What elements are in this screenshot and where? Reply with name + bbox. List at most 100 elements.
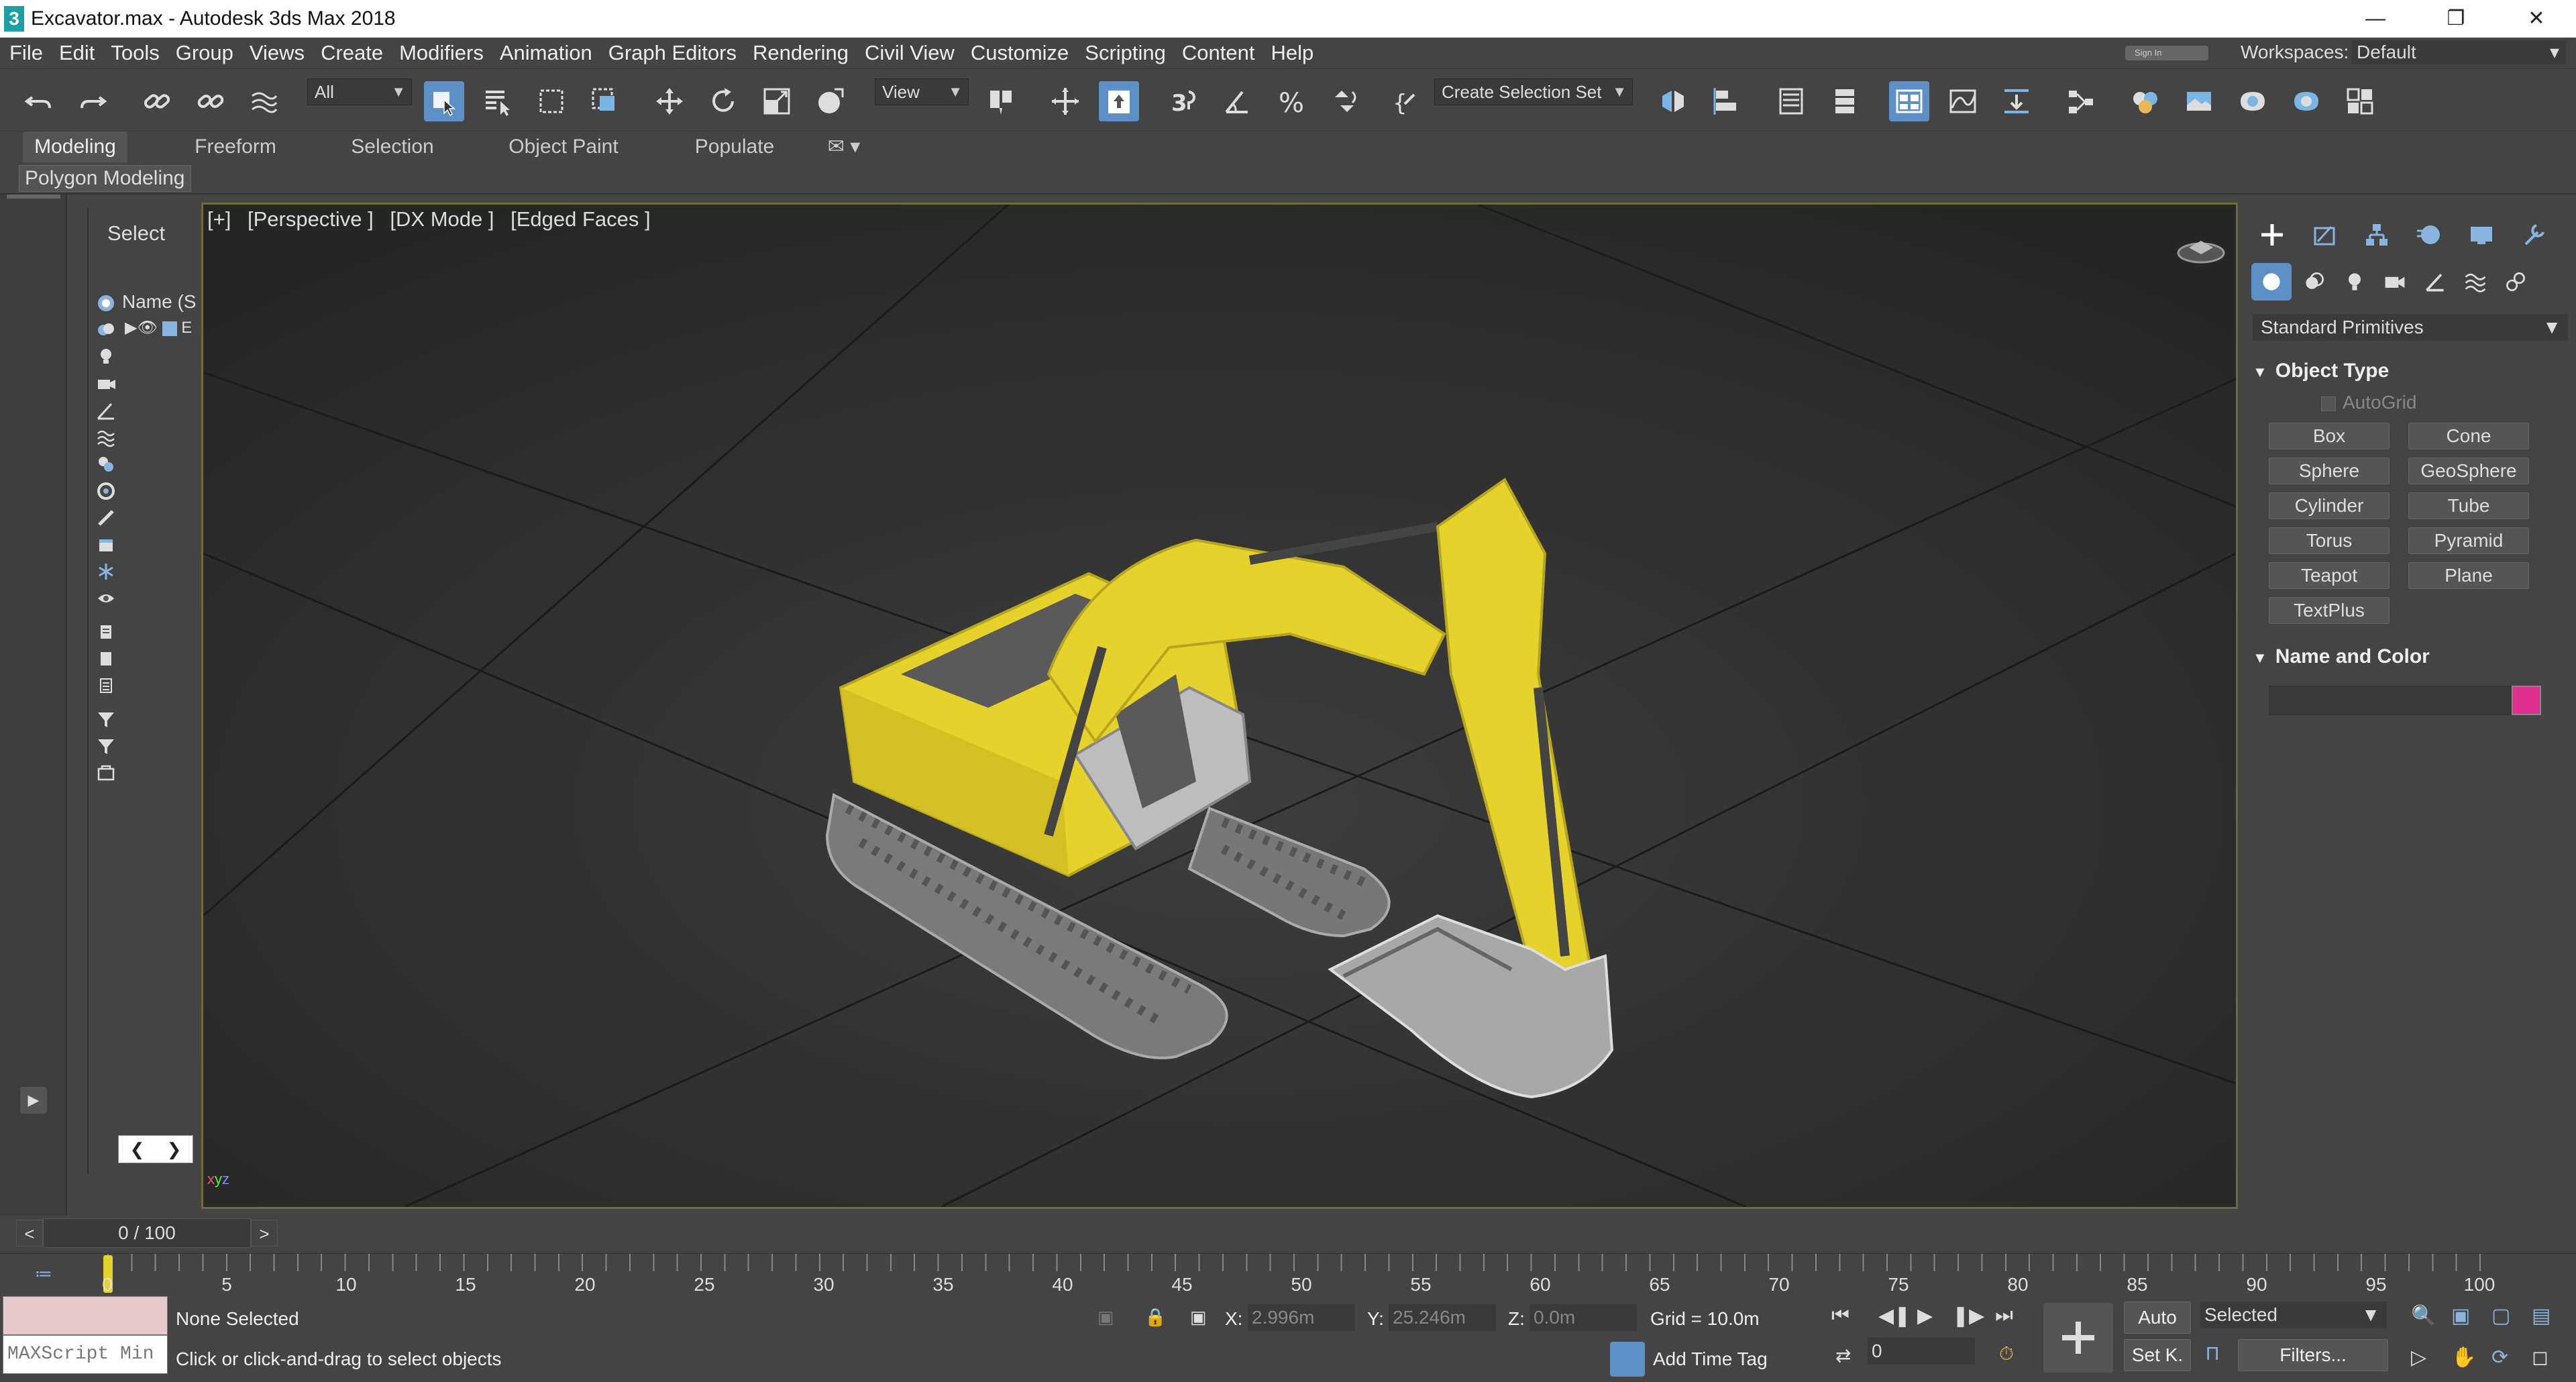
display-shapes-icon[interactable] [95,319,117,341]
tab-modeling[interactable]: Modeling [23,131,127,162]
display-invert-icon[interactable] [95,675,117,696]
display-helpers-icon[interactable] [95,400,117,421]
teapot-button[interactable]: Teapot [2269,562,2390,589]
autogrid-checkbox-box[interactable] [2321,396,2336,411]
menu-help[interactable]: Help [1263,41,1322,65]
reference-coordinate-dropdown[interactable]: View ▼ [875,78,969,105]
viewport-label[interactable]: [+] [Perspective ] [DX Mode ] [Edged Fac… [207,207,661,231]
keyboard-shortcut-override-icon[interactable] [1099,81,1139,121]
pyramid-button[interactable]: Pyramid [2408,527,2529,554]
menu-civil-view[interactable]: Civil View [857,41,963,65]
mirror-icon[interactable] [1653,81,1693,121]
viewport-scene[interactable] [203,205,2236,1207]
time-slider-frame[interactable]: 0 / 100 [43,1218,251,1248]
current-frame-field[interactable]: 0 [1868,1338,1975,1365]
set-key-button[interactable]: Set K. [2124,1339,2191,1371]
name-and-color-rollout[interactable]: ▼ Name and Color [2253,645,2430,668]
polygon-modeling-panel[interactable]: Polygon Modeling [19,165,191,192]
display-none-icon[interactable] [95,648,117,670]
scroll-right-icon[interactable]: ❯ [167,1139,182,1160]
perspective-viewport[interactable]: [+] [Perspective ] [DX Mode ] [Edged Fac… [201,203,2238,1209]
cone-button[interactable]: Cone [2408,423,2529,449]
display-containers-icon[interactable] [95,534,117,555]
workspace-dropdown[interactable]: Default ▾ [2351,40,2566,64]
expand-panel-icon[interactable]: ▶ [20,1087,47,1114]
select-dependents-icon[interactable] [95,762,117,784]
rendered-frame-window-icon[interactable] [2233,81,2273,121]
textplus-button[interactable]: TextPlus [2269,597,2390,624]
tube-button[interactable]: Tube [2408,492,2529,519]
time-slider-next-button[interactable]: > [251,1220,278,1246]
menu-file[interactable]: File [0,41,51,65]
box-button[interactable]: Box [2269,423,2390,449]
explorer-scroll-buttons[interactable]: ❮ ❯ [118,1135,193,1163]
auto-key-button[interactable]: Auto [2124,1301,2191,1334]
restore-button[interactable]: ❐ [2426,0,2486,38]
display-cameras-icon[interactable] [95,373,117,394]
render-production-icon[interactable] [2286,81,2326,121]
selection-lock-icon[interactable]: 🔒 [1144,1307,1166,1328]
tab-freeform[interactable]: Freeform [185,131,286,162]
z-coordinate-field[interactable]: 0.0m [1529,1304,1637,1331]
scene-object-row[interactable]: ▶👁 E [125,318,192,337]
viewport-render-mode[interactable]: [DX Mode ] [390,207,494,231]
display-geometry-icon[interactable] [95,293,117,314]
placement-icon[interactable] [810,81,851,121]
viewport-point-of-view[interactable]: [Perspective ] [248,207,374,231]
play-icon[interactable]: ▶ [1917,1304,1933,1328]
maxscript-mini-listener[interactable]: MAXScript Min [3,1335,168,1374]
menu-group[interactable]: Group [168,41,241,65]
rotate-icon[interactable] [703,81,743,121]
menu-edit[interactable]: Edit [51,41,103,65]
zoom-icon[interactable]: 🔍 [2411,1304,2436,1328]
time-configuration-icon[interactable]: ⏱ [1999,1343,2014,1365]
helpers-category-icon[interactable] [2415,263,2455,301]
orbit-icon[interactable]: ⟳ [2491,1346,2508,1369]
render-setup-icon[interactable] [2179,81,2219,121]
pan-view-icon[interactable]: ✋ [2451,1346,2476,1369]
pivot-center-icon[interactable] [981,81,1021,121]
zoom-extents-all-icon[interactable]: ▤ [2532,1304,2551,1328]
object-name-field[interactable] [2269,686,2537,715]
time-slider-prev-button[interactable]: < [16,1220,43,1246]
plane-button[interactable]: Plane [2408,562,2529,589]
filter-icon[interactable] [95,735,117,757]
absolute-offset-mode-icon[interactable]: ▣ [1190,1307,1207,1328]
display-all-icon[interactable] [95,621,117,643]
render-in-cloud-icon[interactable] [2340,81,2380,121]
undo-icon[interactable] [19,81,59,121]
shapes-category-icon[interactable] [2294,263,2334,301]
track-bar[interactable]: ≔ 0 5 10 15 20 25 30 35 40 45 50 55 60 6… [0,1253,2576,1295]
key-filters-button[interactable]: Filters... [2238,1339,2388,1371]
display-groups-icon[interactable] [95,454,117,475]
lights-category-icon[interactable] [2334,263,2375,301]
track-bar-ruler[interactable]: 0 5 10 15 20 25 30 35 40 45 50 55 60 65 … [102,1254,2496,1295]
sign-in-button[interactable]: Sign In [2125,46,2208,60]
select-object-icon[interactable] [424,81,464,121]
selection-filter-dropdown[interactable]: All ▼ [307,78,412,105]
display-xrefs-icon[interactable] [95,480,117,502]
align-icon[interactable] [1707,81,1747,121]
default-in-out-tangents-icon[interactable]: Π [2206,1343,2219,1365]
time-tag-icon[interactable] [1610,1342,1645,1377]
filter-combos-icon[interactable] [95,708,117,730]
mini-curve-editor-icon[interactable]: ≔ [35,1263,52,1284]
display-hidden-icon[interactable] [95,588,117,609]
redo-icon[interactable] [72,81,113,121]
select-by-name-icon[interactable] [478,81,518,121]
sphere-button[interactable]: Sphere [2269,458,2390,484]
menu-tools[interactable]: Tools [103,41,167,65]
geosphere-button[interactable]: GeoSphere [2408,458,2529,484]
zoom-extents-icon[interactable]: ▢ [2491,1304,2510,1328]
create-tab-icon[interactable] [2246,215,2298,255]
display-spacewarps-icon[interactable] [95,427,117,448]
display-frozen-icon[interactable] [95,561,117,582]
menu-modifiers[interactable]: Modifiers [391,41,492,65]
scroll-left-icon[interactable]: ❮ [130,1139,145,1160]
set-key-big-icon[interactable] [2043,1303,2113,1373]
manipulate-icon[interactable] [1045,81,1085,121]
move-icon[interactable] [649,81,690,121]
cylinder-button[interactable]: Cylinder [2269,492,2390,519]
link-icon[interactable] [137,81,177,121]
display-lights-icon[interactable] [95,346,117,368]
